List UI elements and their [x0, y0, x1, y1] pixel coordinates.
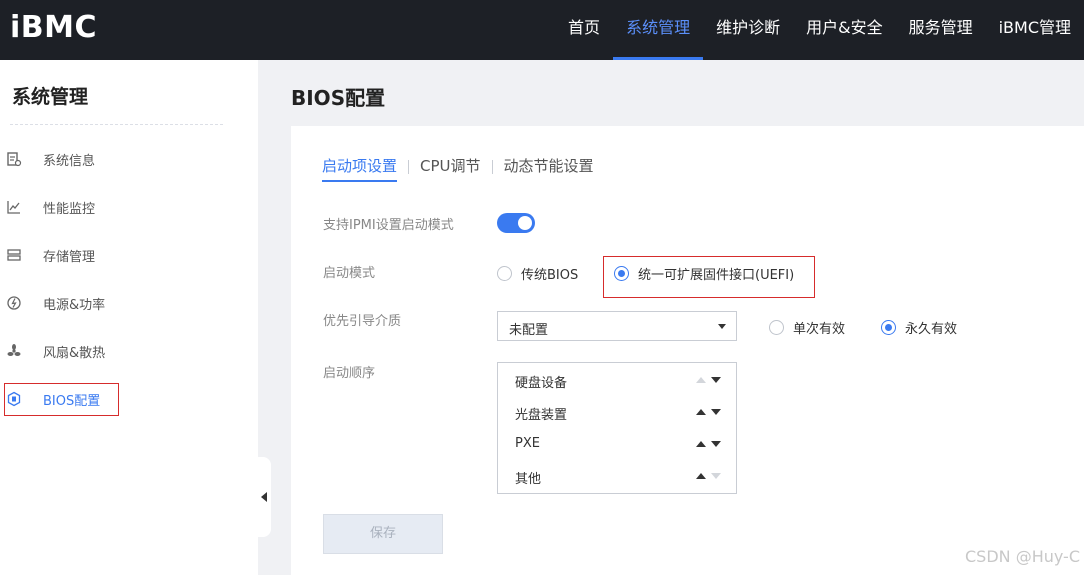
fan-icon [6, 343, 22, 359]
tab-cpu-tuning[interactable]: CPU调节 [420, 156, 481, 182]
system-info-icon [6, 151, 22, 167]
tab-dynamic-power-saving[interactable]: 动态节能设置 [504, 156, 594, 182]
move-down-icon[interactable] [711, 473, 721, 479]
storage-icon [6, 247, 22, 263]
radio-legacy-bios[interactable]: 传统BIOS [497, 264, 578, 283]
nav-service-management[interactable]: 服务管理 [896, 0, 986, 60]
sidebar-item-label: 风扇&散热 [43, 345, 106, 361]
select-value: 未配置 [509, 323, 549, 338]
radio-label: 永久有效 [905, 322, 958, 337]
sidebar-collapse-handle[interactable] [258, 457, 271, 537]
sidebar-title: 系统管理 [12, 86, 89, 108]
sidebar-item-label: 存储管理 [43, 249, 96, 265]
page-title: BIOS配置 [291, 86, 386, 110]
nav-home[interactable]: 首页 [555, 0, 613, 60]
tab-boot-settings[interactable]: 启动项设置 [322, 156, 398, 182]
tab-separator [491, 160, 493, 174]
list-item: 光盘装置 [498, 396, 736, 428]
list-item: 其他 [498, 460, 736, 492]
sidebar-item-power[interactable]: 电源&功率 [0, 287, 258, 319]
boot-order-item-label: PXE [515, 436, 540, 451]
switch-knob [518, 216, 532, 230]
sidebar-item-label: 系统信息 [43, 153, 96, 169]
tab-separator [408, 160, 410, 174]
priority-boot-media-label: 优先引导介质 [323, 314, 402, 329]
list-item: 硬盘设备 [498, 364, 736, 396]
boot-mode-label: 启动模式 [323, 266, 376, 281]
move-down-icon[interactable] [711, 377, 721, 383]
boot-order-label: 启动顺序 [323, 366, 376, 381]
sidebar-item-performance[interactable]: 性能监控 [0, 191, 258, 223]
move-up-icon[interactable] [696, 441, 706, 447]
nav-user-security[interactable]: 用户&安全 [793, 0, 895, 60]
nav-system-management[interactable]: 系统管理 [613, 0, 704, 60]
sidebar: 系统管理 系统信息 性能监控 存储管理 电源&功率 风扇&散热 BIOS配置 [0, 60, 258, 575]
move-up-icon[interactable] [696, 409, 706, 415]
nav-ibmc-management[interactable]: iBMC管理 [986, 0, 1084, 60]
ibmc-logo: iBMC [10, 10, 98, 45]
list-item: PXE [498, 428, 736, 460]
move-up-icon[interactable] [696, 377, 706, 383]
radio-circle [769, 320, 784, 335]
sidebar-item-storage[interactable]: 存储管理 [0, 239, 258, 271]
top-bar: iBMC 首页 系统管理 维护诊断 用户&安全 服务管理 iBMC管理 [0, 0, 1084, 60]
highlight-box-sidebar [4, 383, 119, 416]
boot-order-item-label: 硬盘设备 [515, 376, 568, 391]
sidebar-item-system-info[interactable]: 系统信息 [0, 143, 258, 175]
boot-order-item-label: 光盘装置 [515, 408, 568, 423]
power-icon [6, 295, 22, 311]
move-up-icon[interactable] [696, 473, 706, 479]
sidebar-divider [10, 124, 223, 125]
chevron-down-icon [718, 324, 726, 329]
line-chart-icon [6, 199, 22, 215]
radio-label: 传统BIOS [521, 268, 579, 283]
sidebar-item-label: 电源&功率 [43, 297, 106, 313]
chevron-left-icon [261, 492, 267, 502]
highlight-box-uefi [603, 256, 815, 298]
content-card [291, 126, 1084, 575]
radio-circle [881, 320, 896, 335]
top-nav: 首页 系统管理 维护诊断 用户&安全 服务管理 iBMC管理 [555, 0, 1084, 60]
sidebar-item-label: 性能监控 [43, 201, 96, 217]
save-button[interactable]: 保存 [323, 514, 443, 554]
move-down-icon[interactable] [711, 441, 721, 447]
sidebar-item-fan[interactable]: 风扇&散热 [0, 335, 258, 367]
ipmi-boot-mode-switch[interactable] [497, 213, 535, 233]
radio-circle [497, 266, 512, 281]
radio-label: 单次有效 [793, 322, 846, 337]
boot-order-item-label: 其他 [515, 472, 542, 487]
tab-bar: 启动项设置 CPU调节 动态节能设置 [322, 156, 594, 184]
nav-maintenance[interactable]: 维护诊断 [703, 0, 793, 60]
move-down-icon[interactable] [711, 409, 721, 415]
radio-one-time[interactable]: 单次有效 [769, 318, 845, 337]
radio-permanent[interactable]: 永久有效 [881, 318, 957, 337]
priority-boot-media-select[interactable]: 未配置 [497, 311, 737, 341]
ipmi-boot-mode-label: 支持IPMI设置启动模式 [323, 218, 454, 233]
boot-order-list: 硬盘设备 光盘装置 PXE 其他 [497, 362, 737, 494]
watermark: CSDN @Huy-C [964, 547, 1080, 566]
